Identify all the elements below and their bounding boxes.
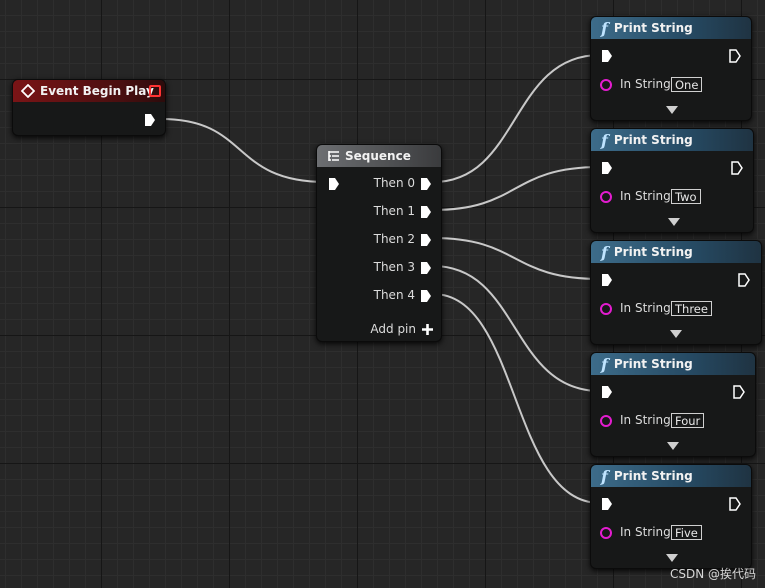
in-string-value-field[interactable]: One [671,77,703,92]
watermark: CSDN @挨代码 [669,567,756,581]
print-string-node[interactable]: f Print String In String One [590,16,752,121]
print-string-title: Print String [613,21,693,35]
event-delegate-pin-icon[interactable] [149,85,161,97]
print-string-node[interactable]: f Print String In String Four [590,352,756,457]
sequence-output-pin-icon[interactable] [420,289,432,303]
in-string-label: In String [620,301,671,315]
add-pin-label: Add pin [370,322,416,336]
event-diamond-icon [21,84,35,98]
exec-wire-then1 [432,166,601,211]
expand-arrow-icon[interactable] [668,218,680,226]
function-f-icon: f [601,354,608,374]
print-string-header[interactable]: f Print String [591,129,753,151]
sequence-output-label: Then 1 [373,204,415,218]
exec-output-pin-icon[interactable] [729,497,741,511]
exec-input-pin-icon[interactable] [601,497,613,511]
sequence-output-label: Then 4 [373,288,415,302]
exec-output-pin-icon[interactable] [738,273,750,287]
in-string-label: In String [620,525,671,539]
sequence-output-label: Then 3 [373,260,415,274]
exec-wire-then3 [432,265,601,392]
exec-wire-then2 [432,237,601,280]
exec-output-pin-icon[interactable] [729,49,741,63]
event-node-title: Event Begin Play [40,84,154,98]
in-string-label: In String [620,77,671,91]
print-string-node[interactable]: f Print String In String Three [590,240,762,345]
sequence-output-label: Then 2 [373,232,415,246]
exec-output-pin-icon[interactable] [731,161,743,175]
sequence-output-pin-icon[interactable] [420,205,432,219]
sequence-node-header[interactable]: Sequence [317,145,441,167]
in-string-value-field[interactable]: Two [671,189,701,204]
string-pin-icon[interactable] [600,527,612,539]
sequence-output-pin-icon[interactable] [420,177,432,191]
function-f-icon: f [601,242,608,262]
exec-wire-then0 [432,54,601,183]
event-node-header[interactable]: Event Begin Play [13,80,165,102]
add-pin-button[interactable]: Add pin [370,322,433,336]
sequence-output-label: Then 0 [373,176,415,190]
print-string-title: Print String [613,245,693,259]
print-string-header[interactable]: f Print String [591,17,751,39]
print-string-header[interactable]: f Print String [591,241,761,263]
in-string-label: In String [620,189,671,203]
expand-arrow-icon[interactable] [667,442,679,450]
exec-wire-begin-to-sequence [160,118,327,183]
string-pin-icon[interactable] [600,303,612,315]
sequence-output-pin-icon[interactable] [420,233,432,247]
exec-input-pin-icon[interactable] [601,385,613,399]
exec-output-pin-icon[interactable] [733,385,745,399]
exec-input-pin-icon[interactable] [601,49,613,63]
print-string-header[interactable]: f Print String [591,465,751,487]
string-pin-icon[interactable] [600,191,612,203]
in-string-value-field[interactable]: Four [671,413,705,428]
print-string-node[interactable]: f Print String In String Two [590,128,754,233]
print-string-header[interactable]: f Print String [591,353,755,375]
sequence-exec-input-pin-icon[interactable] [328,177,340,191]
print-string-title: Print String [613,133,693,147]
sequence-output-pin-icon[interactable] [420,261,432,275]
plus-icon [422,323,433,335]
exec-wire-then4 [432,293,601,504]
string-pin-icon[interactable] [600,79,612,91]
exec-input-pin-icon[interactable] [601,161,613,175]
event-begin-play-node[interactable]: Event Begin Play [12,79,166,136]
function-f-icon: f [601,18,608,38]
string-pin-icon[interactable] [600,415,612,427]
expand-arrow-icon[interactable] [666,106,678,114]
expand-arrow-icon[interactable] [670,330,682,338]
sequence-node[interactable]: Sequence Then 0 Then 1 Then 2 Then 3 The… [316,144,442,342]
in-string-value-field[interactable]: Three [671,301,712,316]
sequence-node-title: Sequence [345,149,411,163]
print-string-node[interactable]: f Print String In String Five [590,464,752,569]
sequence-icon [328,151,339,161]
function-f-icon: f [601,130,608,150]
in-string-label: In String [620,413,671,427]
expand-arrow-icon[interactable] [666,554,678,562]
in-string-value-field[interactable]: Five [671,525,702,540]
function-f-icon: f [601,466,608,486]
exec-output-pin-icon[interactable] [144,113,156,127]
print-string-title: Print String [613,357,693,371]
exec-input-pin-icon[interactable] [601,273,613,287]
print-string-title: Print String [613,469,693,483]
